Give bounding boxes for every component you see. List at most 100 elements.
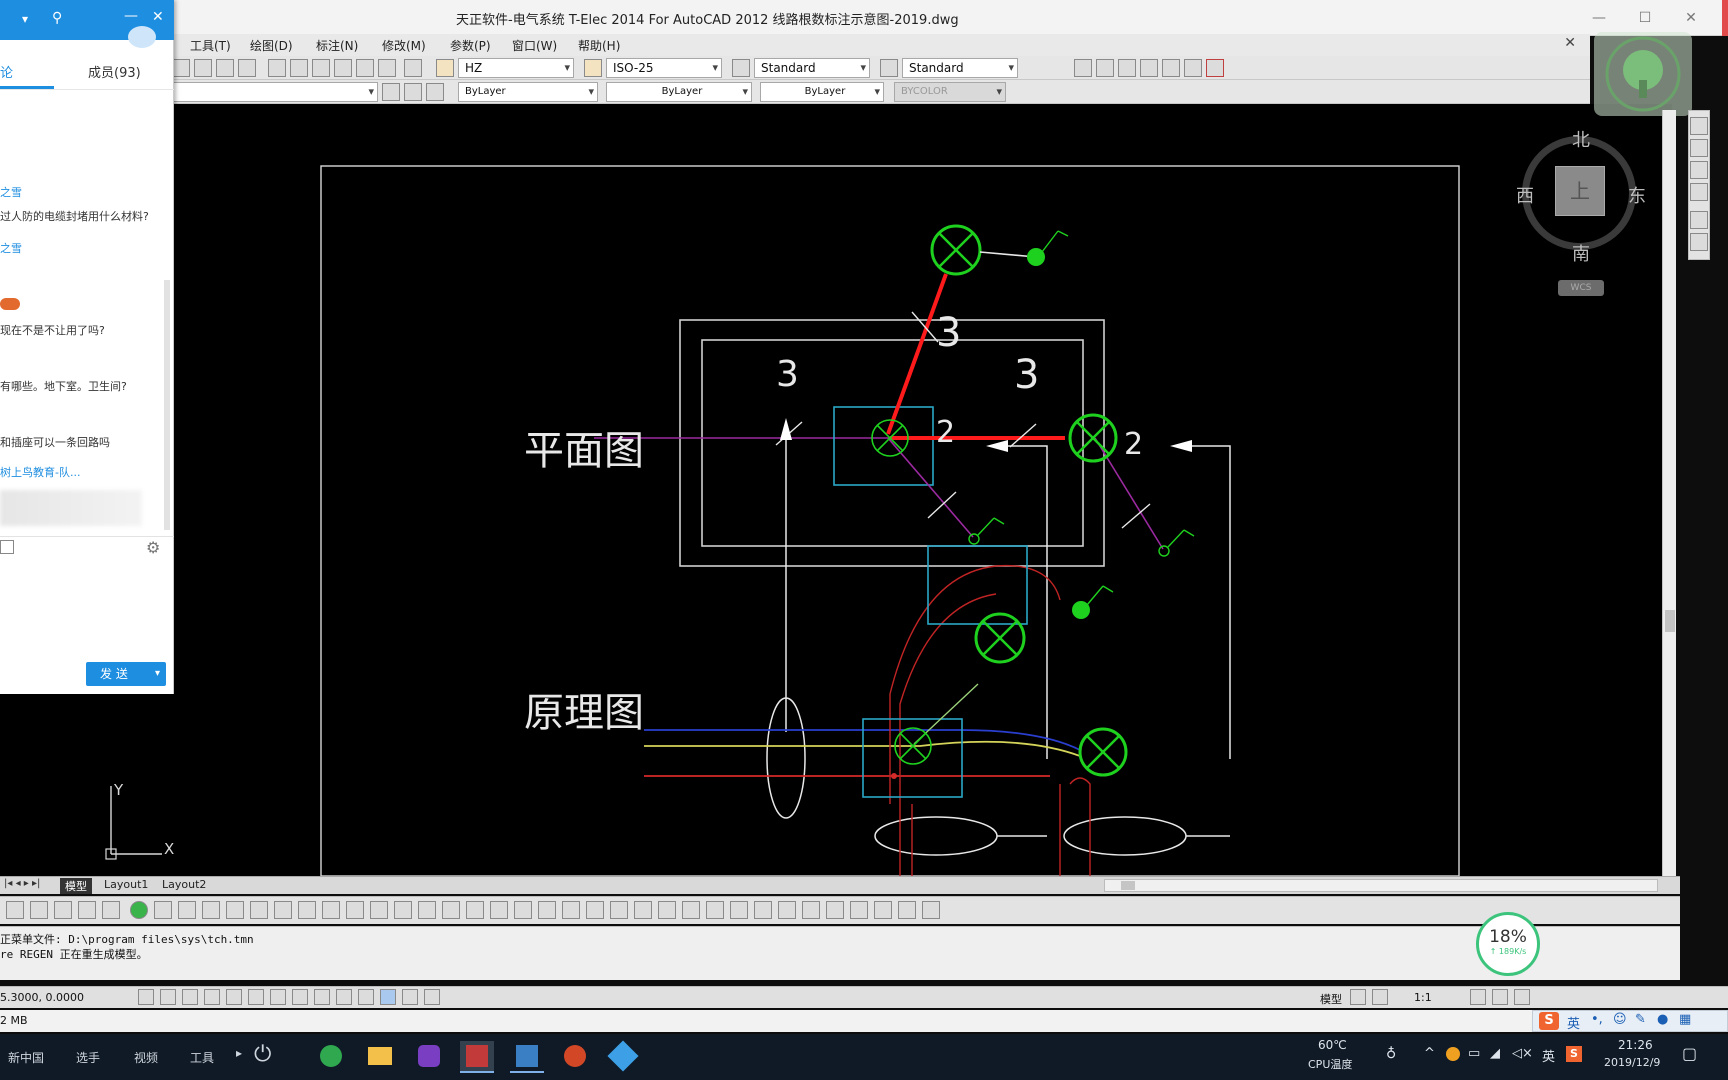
tool-pencil-icon[interactable] (922, 901, 940, 919)
tool-count-icon[interactable] (274, 901, 292, 919)
chat-send-button[interactable]: 发 送 ▾ (86, 662, 166, 686)
tool-disk-icon[interactable] (102, 901, 120, 919)
multileader-style-icon[interactable] (880, 59, 898, 77)
markup-icon[interactable] (356, 59, 374, 77)
zoom-window-icon[interactable] (216, 59, 234, 77)
taskbar-item-1[interactable]: 新中国 (8, 1049, 44, 1066)
clock-time[interactable]: 21:26 (1618, 1038, 1653, 1052)
tool-brush-icon[interactable] (418, 901, 436, 919)
chat-image-icon[interactable] (0, 540, 14, 554)
tool-line-icon[interactable] (514, 901, 532, 919)
tool-paste-icon[interactable] (78, 901, 96, 919)
taskbar-browser-app[interactable] (314, 1041, 348, 1073)
power-icon[interactable]: ⏻ (254, 1042, 271, 1067)
osnap-icon[interactable] (226, 989, 242, 1005)
tool-flag-icon[interactable] (730, 901, 748, 919)
ime-skin-icon[interactable]: ▦ (1679, 1012, 1691, 1027)
tool-device-icon[interactable] (154, 901, 172, 919)
tool-save-icon[interactable] (6, 901, 24, 919)
table-style-icon[interactable] (732, 59, 750, 77)
taskbar-recorder-app[interactable] (412, 1041, 446, 1073)
chat-close-icon[interactable]: ✕ (152, 9, 164, 25)
ime-emoji-icon[interactable]: ☺ (1613, 1012, 1627, 1027)
compass-east[interactable]: 东 (1628, 182, 1646, 208)
tab-layout2[interactable]: Layout2 (162, 878, 206, 891)
tool-label-icon[interactable] (298, 901, 316, 919)
tray-app-icon[interactable] (1446, 1047, 1460, 1061)
tool-socket-icon[interactable] (178, 901, 196, 919)
sc-icon[interactable] (402, 989, 418, 1005)
perf-monitor-widget[interactable]: 18% ↑ 189K/s (1476, 912, 1540, 976)
nav-wheel-icon[interactable] (1690, 183, 1708, 201)
tool-sphere-icon[interactable] (898, 901, 916, 919)
vertical-scroll-thumb[interactable] (1665, 610, 1675, 632)
design-center-icon[interactable] (290, 59, 308, 77)
3dosnap-icon[interactable] (248, 989, 264, 1005)
zoom-previous-icon[interactable] (238, 59, 256, 77)
tool-dimension-icon[interactable] (346, 901, 364, 919)
viewcube[interactable]: 上 北 南 东 西 WCS (1512, 120, 1652, 300)
model-space-indicator[interactable]: 模型 (1320, 991, 1342, 1007)
tpy-icon[interactable] (358, 989, 374, 1005)
layer-select[interactable] (160, 82, 378, 102)
nav-pan-icon[interactable] (1690, 117, 1708, 135)
help-icon[interactable] (404, 59, 422, 77)
chat-tab-discuss[interactable]: 论 (0, 62, 13, 81)
tray-keyboard-icon[interactable]: ▭ (1468, 1046, 1480, 1061)
tool-table-icon[interactable] (586, 901, 604, 919)
drawing-canvas[interactable]: 3 3 3 2 2 平面图 原理图 (160, 104, 1672, 877)
layer-manager-icon[interactable] (382, 83, 400, 101)
tool-palette-icon[interactable] (312, 59, 330, 77)
color-select[interactable]: ByLayer (458, 82, 598, 102)
view-top-icon[interactable] (1074, 59, 1092, 77)
tool-unlock-icon[interactable] (850, 901, 868, 919)
grid-display-icon[interactable] (160, 989, 176, 1005)
tool-image-icon[interactable] (682, 901, 700, 919)
chat-minimize-icon[interactable]: — (124, 8, 138, 24)
horizontal-scroll-thumb[interactable] (1121, 881, 1135, 890)
tool-stats-icon[interactable] (634, 901, 652, 919)
sheet-set-icon[interactable] (334, 59, 352, 77)
lweight-icon[interactable] (336, 989, 352, 1005)
view-left-icon[interactable] (1118, 59, 1136, 77)
snap-icon[interactable] (138, 989, 154, 1005)
tab-nav-arrows-icon[interactable]: |◂ ◂ ▸ ▸| (4, 878, 40, 889)
annotation-scale[interactable]: 1:1 (1414, 991, 1432, 1004)
am-icon[interactable] (424, 989, 440, 1005)
command-line[interactable]: 正菜单文件: D:\program files\sys\tch.tmn re R… (0, 926, 1680, 980)
sogou-ime-icon[interactable]: S (1539, 1012, 1559, 1030)
tool-stack-icon[interactable] (778, 901, 796, 919)
minimize-button[interactable]: — (1584, 6, 1614, 30)
linetype-select[interactable]: ByLayer (606, 82, 752, 102)
view-camera-icon[interactable] (1206, 59, 1224, 77)
properties-icon[interactable] (268, 59, 286, 77)
polar-icon[interactable] (204, 989, 220, 1005)
tool-grid-icon[interactable] (538, 901, 556, 919)
quick-view-drawings-icon[interactable] (1372, 989, 1388, 1005)
tool-lock-icon[interactable] (826, 901, 844, 919)
text-style-select[interactable]: HZ (458, 58, 574, 78)
calculator-icon[interactable] (378, 59, 396, 77)
nav-orbit-icon[interactable] (1690, 161, 1708, 179)
clock-date[interactable]: 2019/12/9 (1604, 1056, 1660, 1069)
tool-light-icon[interactable] (130, 901, 148, 919)
wcs-button[interactable]: WCS (1558, 280, 1604, 296)
layer-previous-icon[interactable] (404, 83, 422, 101)
taskbar-item-2[interactable]: 选手 (76, 1049, 100, 1066)
qp-icon[interactable] (380, 989, 396, 1005)
ime-pen-icon[interactable]: ✎ (1635, 1012, 1646, 1027)
tool-legend-icon[interactable] (610, 901, 628, 919)
annotation-visibility-icon[interactable] (1470, 989, 1486, 1005)
close-button[interactable]: ✕ (1676, 6, 1706, 30)
pan-icon[interactable] (172, 59, 190, 77)
menu-draw[interactable]: 绘图(D) (250, 37, 293, 54)
menu-help[interactable]: 帮助(H) (578, 37, 620, 54)
tool-measure-icon[interactable] (370, 901, 388, 919)
tab-layout1[interactable]: Layout1 (104, 878, 148, 891)
tool-break-icon[interactable] (562, 901, 580, 919)
tool-copy-icon[interactable] (54, 901, 72, 919)
compass-south[interactable]: 南 (1572, 240, 1590, 266)
lineweight-select[interactable]: ByLayer (760, 82, 884, 102)
quick-view-layouts-icon[interactable] (1350, 989, 1366, 1005)
taskbar-powerpoint-app[interactable] (558, 1041, 592, 1073)
